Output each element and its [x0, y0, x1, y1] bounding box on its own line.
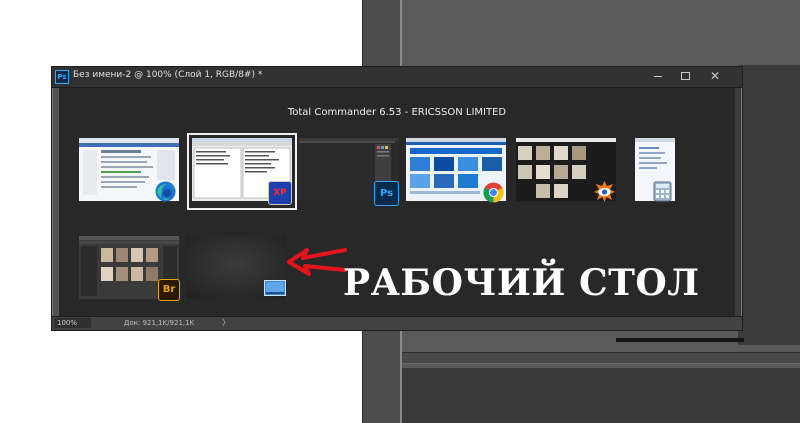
switcher-thumb-chrome[interactable]: [406, 138, 506, 205]
bridge-icon: Br: [158, 279, 180, 301]
document-info: Док: 921,1K/921,1K: [124, 319, 195, 327]
maximize-icon: [680, 72, 690, 80]
zoom-field[interactable]: 100%: [54, 318, 91, 328]
total-commander-xp-icon: XP: [268, 181, 292, 205]
switcher-thumb-calculator[interactable]: [635, 138, 675, 205]
vertical-scrollbar[interactable]: [735, 88, 741, 316]
calculator-icon: [651, 180, 674, 203]
switcher-thumb-total-commander[interactable]: XP: [187, 133, 297, 210]
switcher-selected-title: Total Commander 6.53 - ERICSSON LIMITED: [287, 107, 507, 118]
background-lower-panel: [402, 368, 800, 423]
maximize-button[interactable]: [672, 68, 698, 85]
photoshop-icon: Ps: [55, 70, 69, 84]
switcher-thumb-edge[interactable]: [79, 138, 179, 205]
desktop-annotation-label: РАБОЧИЙ СТОЛ: [343, 262, 700, 304]
faststone-eye-icon: [593, 180, 616, 203]
minimize-icon: [654, 75, 662, 77]
chrome-icon: [482, 181, 505, 204]
edge-icon: [154, 180, 177, 203]
close-button[interactable]: ✕: [702, 68, 728, 85]
background-rail: [402, 352, 800, 364]
switcher-thumb-photoshop[interactable]: Ps: [299, 138, 399, 206]
switcher-thumb-bridge[interactable]: Br: [79, 236, 180, 303]
desktop-icon: [264, 280, 286, 296]
red-arrow-icon: [287, 248, 347, 276]
document-title: Без имени-2 @ 100% (Слой 1, RGB/8#) *: [73, 70, 263, 80]
background-gutter: [738, 65, 800, 345]
close-icon: ✕: [709, 69, 721, 83]
status-menu-arrow-icon[interactable]: 〉: [222, 317, 230, 329]
switcher-thumb-faststone[interactable]: [516, 138, 616, 205]
photoshop-badge-icon: Ps: [374, 181, 399, 206]
minimize-button[interactable]: [645, 68, 671, 85]
switcher-thumb-desktop[interactable]: [186, 236, 286, 303]
status-bar: 100% Док: 921,1K/921,1K 〉: [52, 316, 742, 330]
background-divider: [616, 338, 744, 342]
document-titlebar[interactable]: Ps Без имени-2 @ 100% (Слой 1, RGB/8#) *…: [52, 67, 742, 88]
